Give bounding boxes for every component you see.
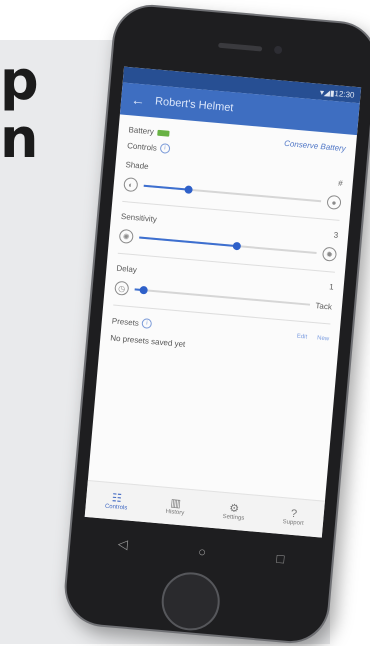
info-icon[interactable]: i xyxy=(141,318,153,329)
conserve-battery-link[interactable]: Conserve Battery xyxy=(284,139,346,153)
tack-label: Tack xyxy=(315,300,333,312)
system-back-icon[interactable]: ◁ xyxy=(117,536,128,553)
controls-title: Controls xyxy=(126,140,158,153)
sensitivity-value: 3 xyxy=(333,230,339,240)
system-home-icon[interactable]: ○ xyxy=(198,543,207,559)
shade-fill xyxy=(143,184,189,191)
sensitivity-track[interactable] xyxy=(139,236,317,255)
system-recent-icon[interactable]: □ xyxy=(276,550,285,566)
heading-partial: p n xyxy=(0,52,39,168)
sensitivity-label: Sensitivity xyxy=(120,211,158,224)
nav-settings[interactable]: ⚙ Settings xyxy=(222,502,245,522)
nav-history-label: History xyxy=(165,508,185,517)
front-camera xyxy=(273,45,283,55)
heading-letter-1: p xyxy=(0,49,39,112)
gear-icon: ⚙ xyxy=(228,502,240,516)
nav-support[interactable]: ? Support xyxy=(282,507,305,527)
nav-history[interactable]: ▥ History xyxy=(165,497,185,517)
presets-title: Presets xyxy=(111,315,140,328)
sensitivity-high-icon: ✹ xyxy=(321,246,338,262)
presets-title-row: Presets i xyxy=(111,315,153,329)
nav-controls[interactable]: ☷ Controls xyxy=(104,492,129,512)
battery-label-wrap: Battery xyxy=(128,125,171,138)
sensitivity-low-icon: ✺ xyxy=(118,228,134,244)
sensitivity-knob[interactable] xyxy=(232,241,242,251)
nav-controls-label: Controls xyxy=(104,503,128,512)
shade-high-icon: ● xyxy=(326,194,342,210)
shade-track[interactable] xyxy=(143,184,322,203)
sliders-icon: ☷ xyxy=(111,492,123,505)
main-content: Battery Conserve Battery Controls i Shad… xyxy=(99,114,357,370)
nav-support-label: Support xyxy=(282,519,304,527)
shade-knob[interactable] xyxy=(183,185,193,194)
battery-icon xyxy=(157,129,171,137)
help-icon: ? xyxy=(290,507,298,521)
delay-label: Delay xyxy=(116,263,138,275)
delay-control: Delay 1 ◷ Tack xyxy=(114,264,334,314)
phone-screen: ▾◢▮ 12:30 ← Robert's Helmet Battery Cons… xyxy=(84,66,362,538)
shade-label: Shade xyxy=(125,160,149,172)
battery-label: Battery xyxy=(128,125,155,137)
speaker-grille xyxy=(218,42,263,52)
presets-edit-button[interactable]: Edit xyxy=(297,334,308,341)
sensitivity-control: Sensitivity 3 ✺ ✹ xyxy=(118,211,339,262)
presets-actions: Edit New xyxy=(297,334,330,343)
sensitivity-fill xyxy=(139,236,237,248)
app-title: Robert's Helmet xyxy=(154,95,234,115)
bar-chart-icon: ▥ xyxy=(169,497,182,511)
clock-icon: ◷ xyxy=(114,280,130,296)
back-arrow-icon[interactable]: ← xyxy=(131,91,146,108)
presets-new-button[interactable]: New xyxy=(317,335,329,342)
phone-device: ▾◢▮ 12:30 ← Robert's Helmet Battery Cons… xyxy=(61,1,370,646)
delay-value: 1 xyxy=(328,282,335,292)
hardware-home-button[interactable] xyxy=(159,569,223,633)
nav-settings-label: Settings xyxy=(222,513,245,522)
delay-knob[interactable] xyxy=(139,285,148,295)
shade-control: Shade # ◐ ● xyxy=(123,160,343,210)
status-time: 12:30 xyxy=(334,88,355,100)
heading-letter-2: n xyxy=(0,107,39,170)
signal-icon: ▾◢▮ xyxy=(319,87,335,98)
delay-track[interactable] xyxy=(134,285,310,306)
shade-low-icon: ◐ xyxy=(123,177,139,193)
shade-value: # xyxy=(337,178,344,189)
info-icon[interactable]: i xyxy=(159,143,171,154)
